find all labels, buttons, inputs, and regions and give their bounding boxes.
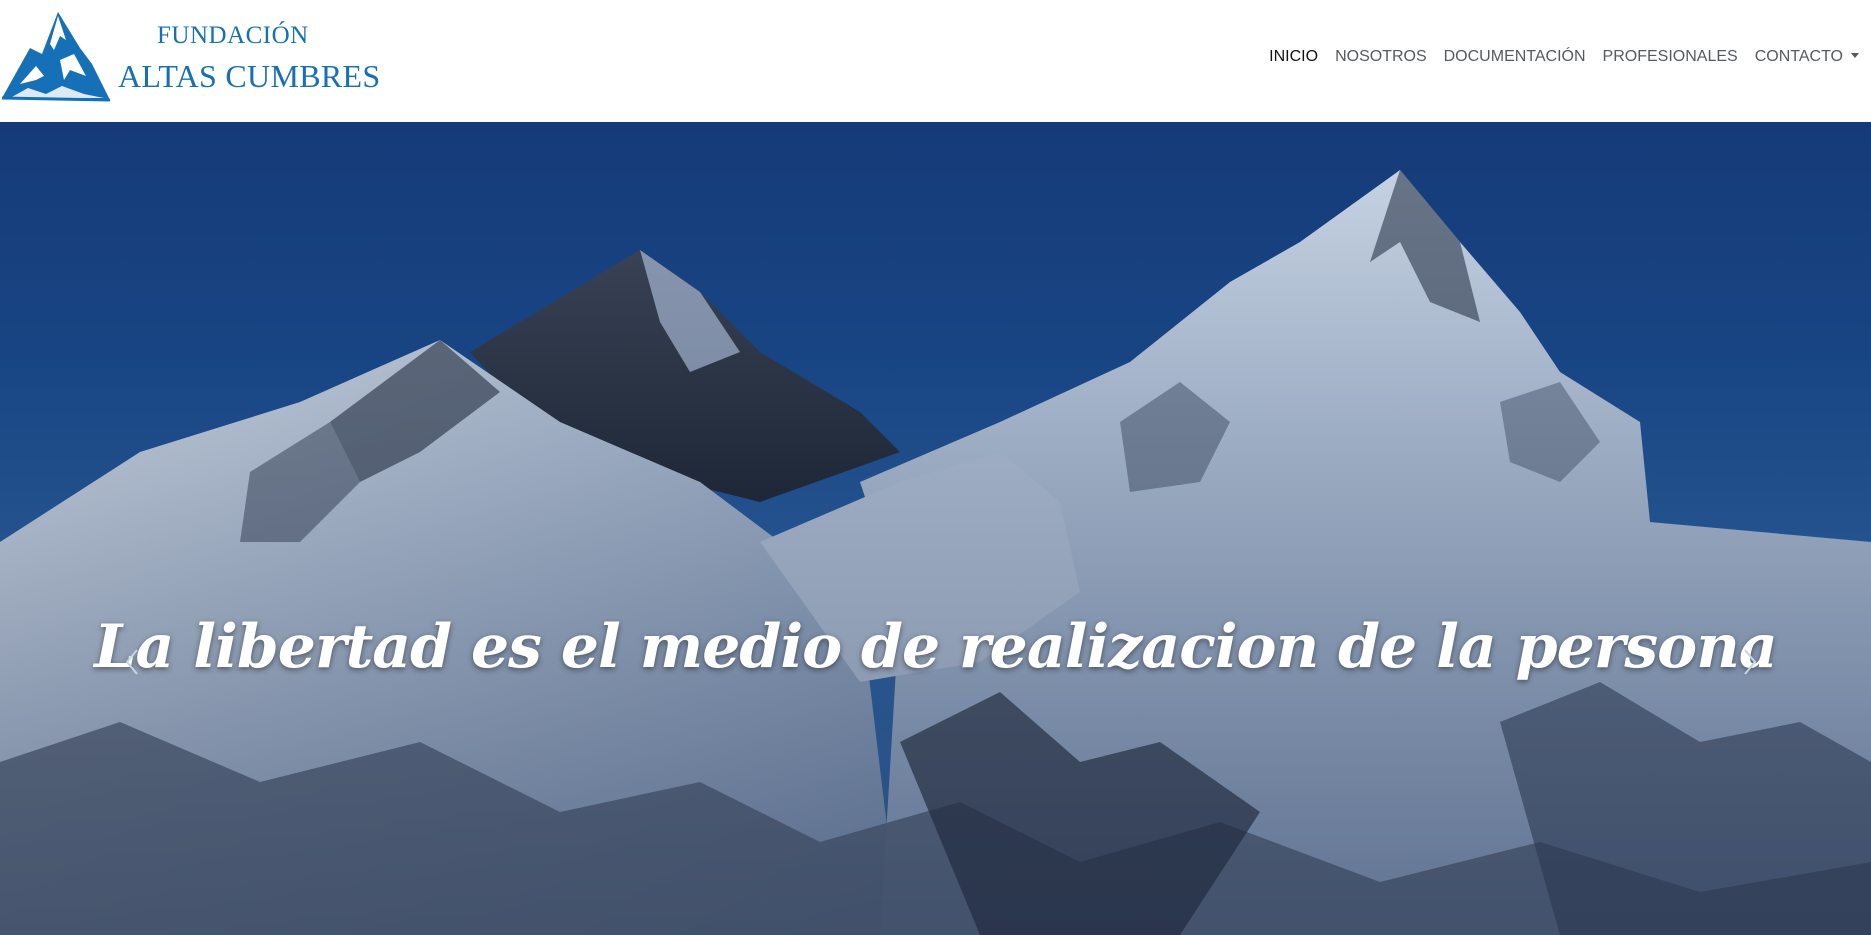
carousel-next-button[interactable] <box>1720 632 1780 692</box>
main-nav: INICIO NOSOTROS DOCUMENTACIÓN PROFESIONA… <box>1269 48 1859 66</box>
mountain-background-image <box>0 122 1871 935</box>
nav-item-contacto[interactable]: CONTACTO <box>1755 48 1859 66</box>
chevron-right-icon <box>1744 649 1757 675</box>
nav-item-documentacion[interactable]: DOCUMENTACIÓN <box>1444 48 1586 66</box>
brand-home-link[interactable]: FUNDACIÓN ALTAS CUMBRES <box>0 10 380 110</box>
hero-carousel: La libertad es el medio de realizacion d… <box>0 122 1871 935</box>
nav-item-contacto-label: CONTACTO <box>1754 48 1843 65</box>
hero-caption: La libertad es el medio de realizacion d… <box>94 612 1777 682</box>
nav-item-nosotros[interactable]: NOSOTROS <box>1335 48 1427 66</box>
nav-item-profesionales[interactable]: PROFESIONALES <box>1603 48 1738 66</box>
brand-line-altas-cumbres: ALTAS CUMBRES <box>118 58 381 94</box>
nav-item-inicio[interactable]: INICIO <box>1269 48 1318 66</box>
caret-down-icon <box>1851 53 1859 58</box>
brand-line-fundacion: FUNDACIÓN <box>157 22 309 49</box>
mountain-logo-icon <box>1 12 111 102</box>
chevron-left-icon <box>125 649 138 675</box>
carousel-prev-button[interactable] <box>102 632 162 692</box>
top-navbar: FUNDACIÓN ALTAS CUMBRES INICIO NOSOTROS … <box>0 0 1871 122</box>
